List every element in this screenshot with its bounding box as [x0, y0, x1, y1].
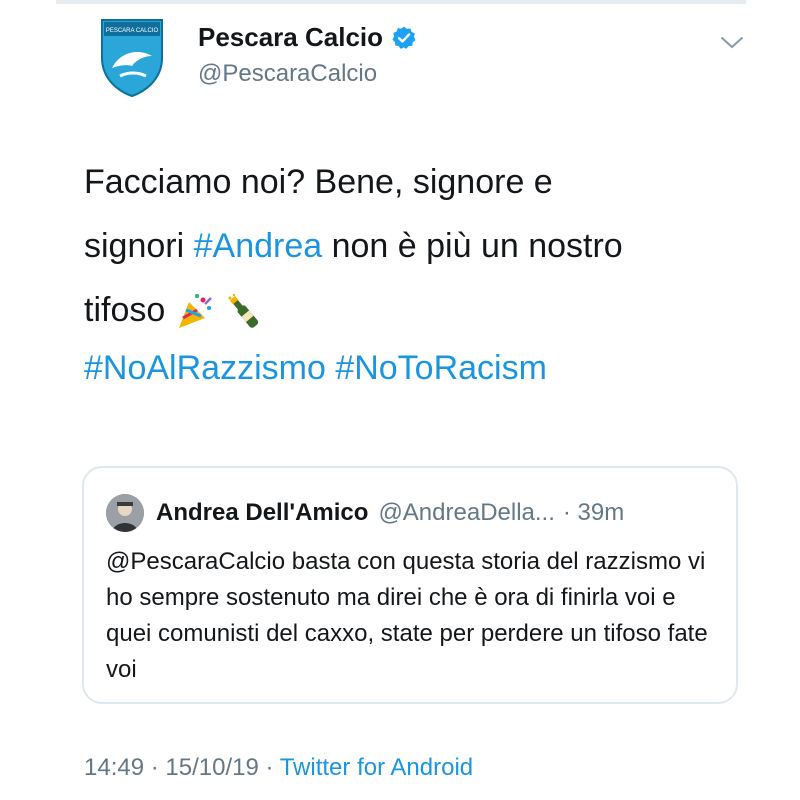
tweet-time[interactable]: 14:49: [84, 754, 144, 781]
quoted-tweet-text: @PescaraCalcio basta con questa storia d…: [106, 548, 708, 683]
party-popper-icon: [178, 294, 212, 329]
tweet-header: PESCARA CALCIO Pescara Calcio @PescaraCa…: [100, 18, 750, 100]
display-name[interactable]: Pescara Calcio: [198, 22, 383, 53]
tweet-date[interactable]: 15/10/19: [165, 754, 258, 781]
tweet-body: Facciamo noi? Bene, signore e signori #A…: [84, 150, 744, 342]
quoted-tweet-header: Andrea Dell'Amico @AndreaDella... · 39m: [106, 494, 624, 532]
separator: ·: [258, 754, 280, 781]
quoted-display-name[interactable]: Andrea Dell'Amico: [156, 499, 368, 527]
avatar[interactable]: [106, 494, 144, 532]
tweet-text-line: tifoso: [84, 291, 175, 329]
tweet-text-line: non è più un nostro: [322, 227, 623, 265]
svg-text:PESCARA CALCIO: PESCARA CALCIO: [106, 28, 159, 34]
champagne-bottle-icon: [228, 293, 259, 328]
top-divider: [56, 0, 746, 4]
hashtag-notoracism[interactable]: #NoToRacism: [335, 349, 547, 387]
hashtag-andrea[interactable]: #Andrea: [194, 227, 323, 265]
chevron-down-icon[interactable]: [720, 36, 744, 50]
verified-badge-icon: [392, 26, 416, 49]
hashtags-line: #NoAlRazzismo #NoToRacism: [84, 336, 547, 400]
tweet-text-line: Facciamo noi? Bene, signore e: [84, 163, 553, 201]
quoted-timestamp[interactable]: · 39m: [563, 499, 624, 527]
tweet-text-line: signori: [84, 227, 194, 265]
separator: ·: [144, 754, 166, 781]
hashtag-noalrazzismo[interactable]: #NoAlRazzismo: [84, 349, 326, 387]
handle[interactable]: @PescaraCalcio: [198, 60, 377, 88]
tweet-source-link[interactable]: Twitter for Android: [280, 754, 473, 781]
tweet-footer: 14:49 · 15/10/19 · Twitter for Android: [84, 754, 473, 782]
quoted-handle[interactable]: @AndreaDella...: [378, 499, 554, 527]
pescara-calcio-logo[interactable]: PESCARA CALCIO: [100, 18, 164, 98]
quoted-tweet[interactable]: Andrea Dell'Amico @AndreaDella... · 39m …: [82, 466, 738, 704]
